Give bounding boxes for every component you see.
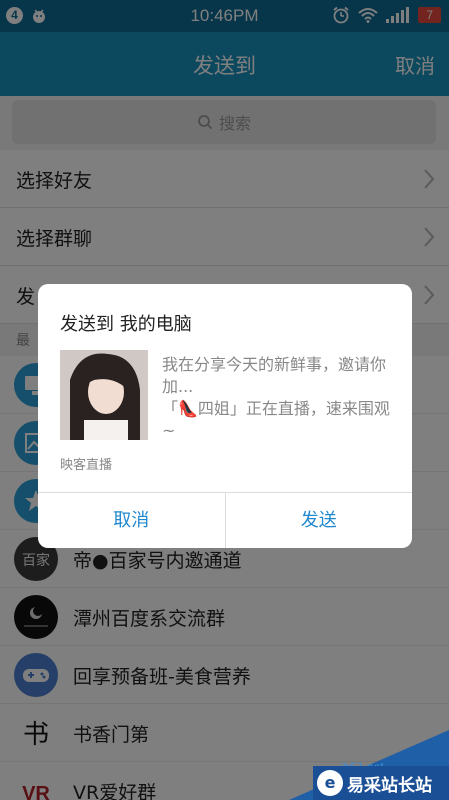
dialog-send-button[interactable]: 发送 — [224, 493, 413, 548]
watermark-logo-icon: e — [317, 770, 343, 796]
share-thumbnail — [60, 350, 148, 440]
watermark: e 易采站长站 — [313, 766, 449, 800]
dialog-cancel-button[interactable]: 取消 — [38, 493, 225, 548]
share-description-line1: 我在分享今天的新鲜事，邀请你加... — [162, 355, 387, 396]
share-description: 我在分享今天的新鲜事，邀请你加... 「👠四姐」正在直播，速来围观~ — [162, 354, 394, 442]
share-source: 映客直播 — [60, 458, 113, 473]
dialog-buttons: 取消 发送 — [38, 492, 412, 548]
portrait-image — [60, 350, 148, 440]
send-dialog: 发送到 我的电脑 我在分享今天的新鲜事，邀请你加... 「👠四姐」正在直播，速来… — [38, 284, 412, 548]
watermark-text: 易采站长站 — [347, 775, 432, 796]
dialog-title: 发送到 我的电脑 — [60, 314, 192, 335]
share-description-line2: 「👠四姐」正在直播，速来围观~ — [162, 399, 390, 440]
